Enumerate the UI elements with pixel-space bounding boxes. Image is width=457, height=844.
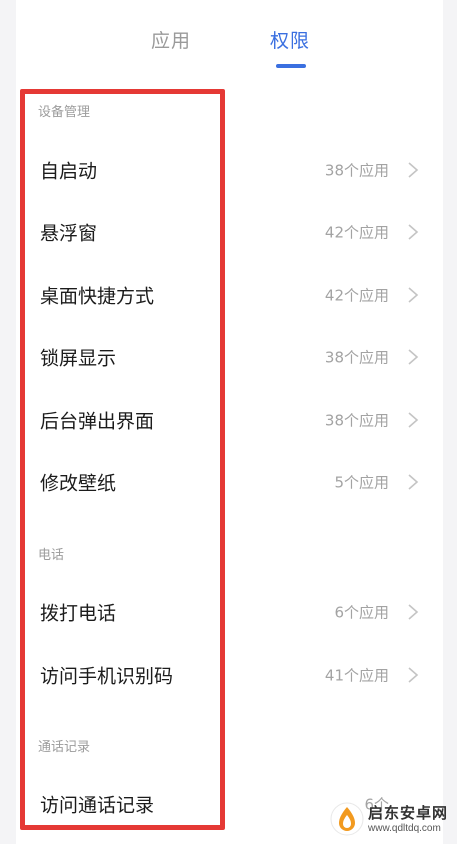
row-app-count: 42个应用 [324,223,389,242]
chevron-right-icon [408,287,419,303]
chevron-right-icon [408,604,419,620]
chevron-right-icon [408,224,419,240]
row-app-count: 38个应用 [324,411,389,430]
tab-bar: 应用 权限 [0,0,457,84]
watermark-logo-icon [330,802,364,836]
chevron-right-icon [408,162,419,178]
row-app-count: 41个应用 [324,666,389,685]
row-app-count: 5个应用 [334,473,389,492]
row-app-count: 38个应用 [324,161,389,180]
watermark-name: 启东安卓网 [368,804,449,822]
chevron-right-icon [408,474,419,490]
chevron-right-icon [408,667,419,683]
highlight-box [20,89,225,830]
active-tab-indicator [276,64,306,68]
watermark-url: www.qdltdq.com [368,823,441,834]
row-app-count: 38个应用 [324,348,389,367]
tab-apps[interactable]: 应用 [151,26,191,53]
watermark: 启东安卓网 www.qdltdq.com [330,800,454,840]
row-app-count: 42个应用 [324,286,389,305]
chevron-right-icon [408,412,419,428]
chevron-right-icon [408,349,419,365]
row-app-count: 6个应用 [334,603,389,622]
tab-permissions[interactable]: 权限 [270,26,310,53]
